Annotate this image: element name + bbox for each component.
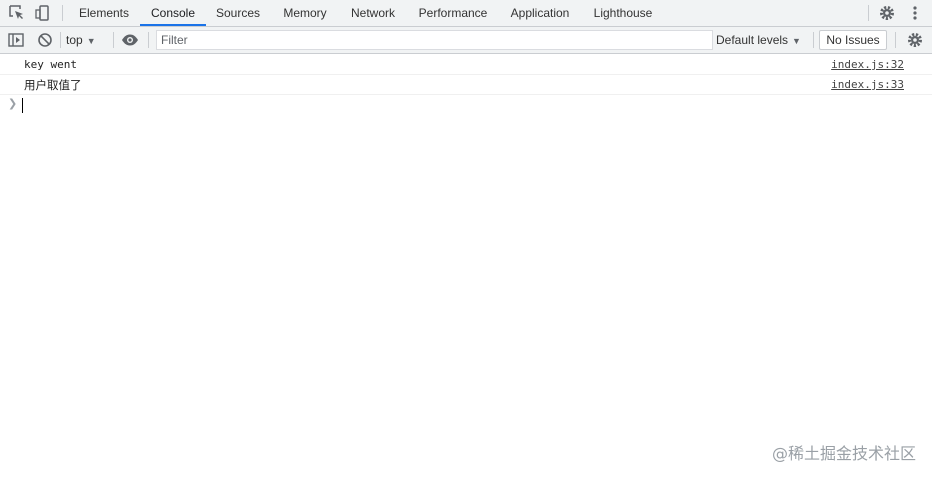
sidebar-toggle-icon[interactable] [7,31,25,49]
toolbar-divider [868,5,869,21]
watermark: @稀土掘金技术社区 [771,444,916,463]
console-settings-icon[interactable] [906,31,924,49]
filter-box [156,30,713,50]
console-message-text: key went [24,58,77,71]
console-message-source-link[interactable]: index.js:33 [831,78,904,91]
console-message: key went index.js:32 [0,55,932,75]
console-toolbar: top▼ Default levels▼ No Issues [0,27,932,54]
log-levels-label: Default levels [716,33,789,47]
toolbar-divider [62,5,63,21]
toolbar-divider [113,32,114,48]
log-levels-dropdown[interactable]: Default levels ▼ [716,27,801,53]
tab-memory[interactable]: Memory [274,0,336,27]
context-selector[interactable]: top ▼ [66,27,96,53]
more-options-icon[interactable] [906,4,924,22]
chevron-down-icon: ▼ [792,36,801,46]
toolbar-divider [148,32,149,48]
console-message-text: 用户取值了 [24,78,82,92]
tab-network[interactable]: Network [342,0,404,27]
chevron-down-icon: ▼ [86,36,96,46]
settings-gear-icon[interactable] [878,4,896,22]
tab-performance[interactable]: Performance [410,0,496,27]
chevron-right-icon: ❯ [8,97,18,110]
console-message-source-link[interactable]: index.js:32 [831,58,904,71]
toolbar-divider [60,32,61,48]
tab-elements[interactable]: Elements [70,0,138,27]
device-toolbar-icon[interactable] [34,4,52,22]
tab-lighthouse[interactable]: Lighthouse [586,0,660,27]
inspect-element-icon[interactable] [8,4,26,22]
devtools-tab-bar: Elements Console Sources Memory Network … [0,0,932,27]
filter-input[interactable] [157,31,712,49]
toolbar-divider [813,32,814,48]
active-tab-indicator [140,24,206,26]
tab-console[interactable]: Console [140,0,206,27]
issues-button[interactable]: No Issues [819,30,887,50]
console-message: 用户取值了 index.js:33 [0,75,932,95]
tab-application[interactable]: Application [500,0,580,27]
tab-sources[interactable]: Sources [208,0,268,27]
console-input-caret[interactable] [22,98,23,113]
toolbar-divider [895,32,896,48]
context-label: top [66,33,83,47]
live-expression-eye-icon[interactable] [121,31,139,49]
clear-console-icon[interactable] [36,31,54,49]
